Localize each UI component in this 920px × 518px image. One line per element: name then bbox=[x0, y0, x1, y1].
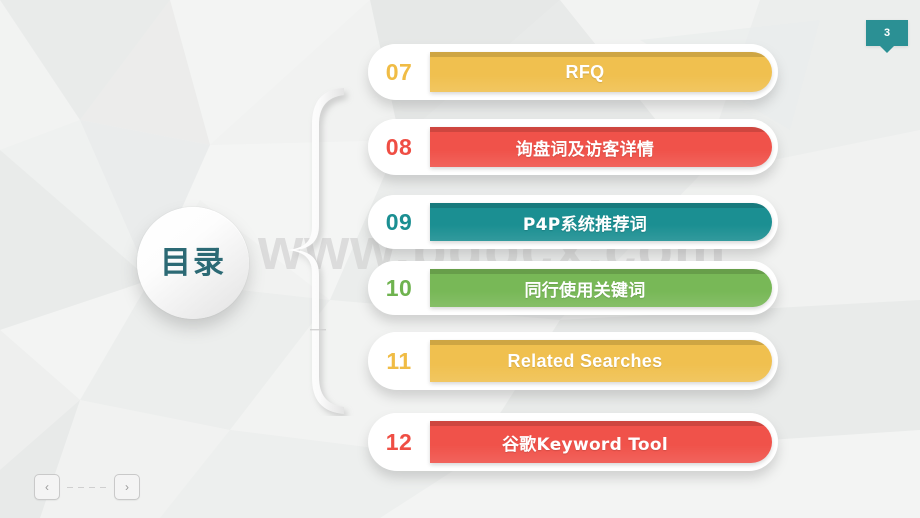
next-slide-button[interactable]: › bbox=[114, 474, 140, 500]
toc-bar-08[interactable]: 询盘词及访客详情 bbox=[430, 127, 772, 167]
chevron-right-icon: › bbox=[125, 480, 129, 494]
toc-bar-09[interactable]: P4P系统推荐词 bbox=[430, 203, 772, 241]
badge-pointer-icon bbox=[880, 46, 894, 53]
toc-row-07: 07 RFQ bbox=[368, 44, 778, 100]
toc-label-11: Related Searches bbox=[507, 350, 663, 371]
toc-row-08: 08 询盘词及访客详情 bbox=[368, 119, 778, 175]
toc-label-12: 谷歌Keyword Tool bbox=[501, 434, 669, 455]
toc-number-08: 08 bbox=[385, 133, 413, 160]
toc-row-09: 09 P4P系统推荐词 bbox=[368, 195, 778, 249]
toc-circle-label: 目录 bbox=[160, 244, 226, 281]
chevron-left-icon: ‹ bbox=[45, 480, 49, 494]
toc-label-07: RFQ bbox=[565, 61, 605, 82]
toc-number-11: 11 bbox=[386, 347, 412, 374]
toc-label-09: P4P系统推荐词 bbox=[522, 214, 648, 235]
toc-row-12: 12 谷歌Keyword Tool bbox=[368, 413, 778, 471]
page-number-badge: 3 bbox=[866, 20, 908, 53]
prev-slide-button[interactable]: ‹ bbox=[34, 474, 60, 500]
toc-bar-07[interactable]: RFQ bbox=[430, 52, 772, 92]
toc-bar-12[interactable]: 谷歌Keyword Tool bbox=[430, 421, 772, 463]
toc-number-07: 07 bbox=[385, 58, 413, 85]
slide-canvas: www.bdocx.com 3 目录 07 RFQ 08 询盘词及访客详情 09… bbox=[0, 0, 920, 518]
toc-row-11: 11 Related Searches bbox=[368, 332, 778, 390]
page-number-label: 3 bbox=[883, 27, 891, 39]
toc-row-10: 10 同行使用关键词 bbox=[368, 261, 778, 315]
nav-dashed-connector bbox=[67, 486, 107, 488]
toc-number-10: 10 bbox=[385, 274, 413, 301]
toc-number-09: 09 bbox=[385, 208, 413, 235]
toc-bar-10[interactable]: 同行使用关键词 bbox=[430, 269, 772, 307]
toc-label-10: 同行使用关键词 bbox=[524, 280, 646, 301]
curly-brace-decoration bbox=[288, 88, 344, 414]
slide-navigation: ‹ › bbox=[34, 474, 140, 500]
toc-number-12: 12 bbox=[385, 428, 413, 455]
toc-circle: 目录 bbox=[137, 207, 249, 319]
toc-bar-11[interactable]: Related Searches bbox=[430, 340, 772, 382]
toc-label-08: 询盘词及访客详情 bbox=[515, 139, 655, 160]
